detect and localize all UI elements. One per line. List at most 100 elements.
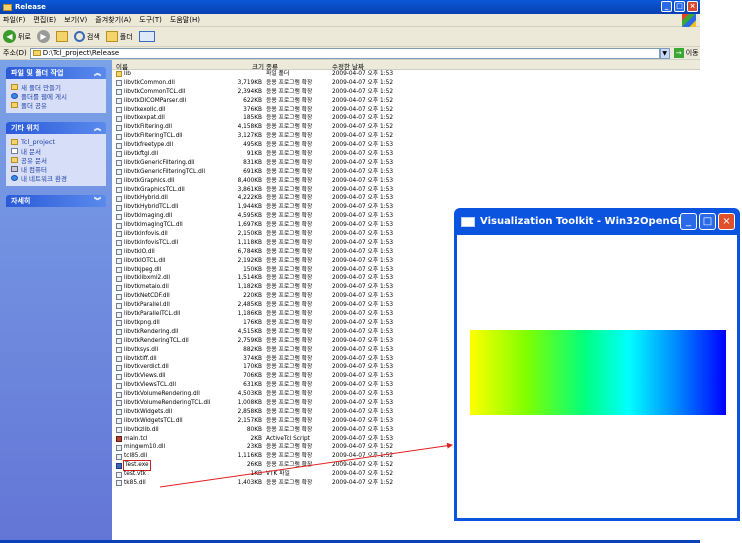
back-button[interactable]: ◀ 뒤로 [3,30,31,43]
file-type: 응용 프로그램 확장 [266,195,313,202]
file-type: 응용 프로그램 확장 [266,399,313,406]
file-type: 응용 프로그램 확장 [266,382,313,389]
menu-file[interactable]: 파일(F) [3,15,25,25]
dll-file-icon [116,329,122,336]
file-type: 응용 프로그램 확장 [266,186,313,193]
file-name: libvtkjpeg.dll [124,266,162,273]
file-name: tk85.dll [124,479,146,486]
exe-file-icon [116,462,122,469]
vtk-maximize-button[interactable]: □ [699,213,716,230]
folder-file-icon [116,71,122,78]
menu-view[interactable]: 보기(V) [64,15,87,25]
tasks-panel-title: 파일 및 폴더 작업 [11,69,64,77]
file-name: mingwm10.dll [124,444,166,451]
file-row[interactable]: libvtkexoIIc.dll 376KB 응용 프로그램 확장 2009-04-0… [112,106,700,115]
address-input[interactable]: D:\Tcl_project\Release [29,47,660,59]
file-row[interactable]: libvtkfreetype.dll 495KB 응용 프로그램 확장 2009-04… [112,141,700,150]
go-button[interactable]: → 이동 [673,48,699,58]
minimize-button[interactable]: _ [661,1,672,12]
file-row[interactable]: libvtkFilteringTCL.dll 3,127KB 응용 프로그램 확장 2… [112,132,700,141]
file-type: 응용 프로그램 확장 [266,355,313,362]
places-panel: Tcl_project 내 문서 공유 문서 내 컴퓨터 내 네트워크 환경 [6,134,106,186]
dll-file-icon [116,249,122,256]
file-name: main.tcl [124,435,148,442]
file-row[interactable]: libvtkHybrid.dll 4,222KB 응용 프로그램 확장 2009-04… [112,194,700,203]
file-row[interactable]: libvtkDICOMParser.dll 622KB 응용 프로그램 확장 2009… [112,97,700,106]
file-type: 응용 프로그램 확장 [266,257,313,264]
dll-file-icon [116,409,122,416]
dll-file-icon [116,115,122,122]
file-type: 응용 프로그램 확장 [266,284,313,291]
file-row[interactable]: libvtkGenericFilteringTCL.dll 691KB 응용 프로그… [112,168,700,177]
file-type: 응용 프로그램 확장 [266,462,313,469]
file-size: 4,222KB [237,195,262,202]
file-date: 2009-04-07 오후 1:53 [332,399,394,406]
views-button[interactable] [138,31,155,42]
file-date: 2009-04-07 오후 1:53 [332,346,394,353]
vtk-close-button[interactable]: × [718,213,735,230]
file-name-cell: libvtkWidgetsTCL.dll [116,417,183,426]
forward-button[interactable]: ▶ [36,30,50,43]
task-share-folder[interactable]: 폴더 공유 [11,100,101,110]
search-button[interactable]: 검색 [73,31,100,42]
render-canvas[interactable] [457,235,737,518]
file-row[interactable]: libvtkFiltering.dll 4,158KB 응용 프로그램 확장 2009… [112,123,700,132]
dll-file-icon [116,418,122,425]
file-row[interactable]: libvtkGraphics.dll 8,400KB 응용 프로그램 확장 2009-… [112,177,700,186]
file-row[interactable]: libvtkftgl.dll 91KB 응용 프로그램 확장 2009-04-07 오… [112,150,700,159]
menu-help[interactable]: 도움말(H) [170,15,200,25]
chevron-up-icon: ︽ [94,124,101,132]
file-row[interactable]: libvtkGraphicsTCL.dll 3,861KB 응용 프로그램 확장 20… [112,186,700,195]
menu-edit[interactable]: 편집(E) [33,15,56,25]
file-size: 1,514KB [237,275,262,282]
details-panel-header[interactable]: 자세히 ︾ [6,195,106,207]
file-date: 2009-04-07 오후 1:52 [332,479,394,486]
network-icon [11,174,18,181]
file-row[interactable]: lib 파일 폴더 2009-04-07 오후 1:53 [112,70,700,79]
dll-file-icon [116,142,122,149]
file-size: 6,784KB [237,248,262,255]
menu-favorites[interactable]: 즐겨찾기(A) [95,15,131,25]
address-dropdown-button[interactable]: ▼ [659,47,670,59]
maximize-button[interactable]: □ [674,1,685,12]
explorer-titlebar[interactable]: Release _ □ × [0,0,700,14]
dll-file-icon [116,80,122,87]
file-name-cell: libvtkGraphics.dll [116,177,174,186]
toolbar: ◀ 뒤로 ▶ 검색 폴더 [0,27,700,47]
file-date: 2009-04-07 오후 1:53 [332,204,394,211]
file-size: 1KB [250,471,262,478]
folders-button[interactable]: 폴더 [105,31,133,42]
file-row[interactable]: libvtkGenericFiltering.dll 831KB 응용 프로그램 확… [112,159,700,168]
file-name: libvtkViewsTCL.dll [124,382,176,389]
file-row[interactable]: libvtkCommon.dll 3,719KB 응용 프로그램 확장 2009-04… [112,79,700,88]
file-size: 3,127KB [237,133,262,140]
places-panel-header[interactable]: 기타 위치 ︽ [6,122,106,134]
folder-up-icon [55,31,68,42]
menu-tools[interactable]: 도구(T) [139,15,162,25]
place-network[interactable]: 내 네트워크 환경 [11,173,101,183]
file-row[interactable]: libvtkCommonTCL.dll 2,394KB 응용 프로그램 확장 2009… [112,88,700,97]
file-date: 2009-04-07 오후 1:53 [332,222,394,229]
file-row[interactable]: libvtkexpat.dll 185KB 응용 프로그램 확장 2009-04-07… [112,114,700,123]
file-date: 2009-04-07 오후 1:53 [332,302,394,309]
file-size: 91KB [246,151,262,158]
search-label: 검색 [86,32,100,41]
file-date: 2009-04-07 오후 1:53 [332,231,394,238]
file-name: libvtkHybrid.dll [124,195,168,202]
file-date: 2009-04-07 오후 1:53 [332,239,394,246]
file-date: 2009-04-07 오후 1:53 [332,71,394,77]
close-button[interactable]: × [687,1,698,12]
file-date: 2009-04-07 오후 1:53 [332,168,394,175]
file-name: libvtkVolumeRendering.dll [124,391,200,398]
file-type: 응용 프로그램 확장 [266,302,313,309]
dll-file-icon [116,178,122,185]
up-button[interactable] [55,31,68,42]
file-name-cell: libvtkVolumeRenderingTCL.dll [116,399,210,408]
file-size: 1,182KB [237,284,262,291]
file-name: libvtkRendering.dll [124,328,179,335]
vtk-minimize-button[interactable]: _ [680,213,697,230]
file-name-cell: libvtkImaging.dll [116,212,172,221]
chevron-up-icon: ︽ [94,69,101,77]
file-type: VTK 파일 [266,471,290,478]
tasks-panel-header[interactable]: 파일 및 폴더 작업 ︽ [6,67,106,79]
